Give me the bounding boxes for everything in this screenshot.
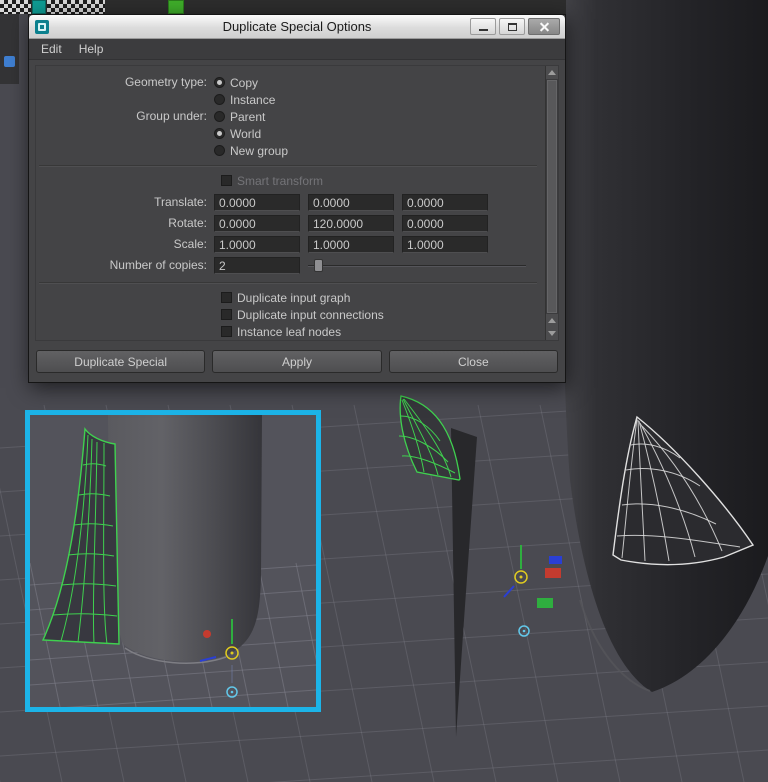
left-toolbar [0,14,19,84]
translate-row: Translate: [36,192,540,213]
smart-transform-label: Smart transform [237,173,324,188]
arrow-up-icon [548,318,556,323]
options-form: Geometry type: Copy Instance Group under… [35,65,559,341]
checkbox-icon [221,175,232,186]
maya-application: Duplicate Special Options Edit Help Geom… [0,0,768,782]
radio-new-group-label: New group [230,143,289,158]
rotate-x-field[interactable] [214,215,300,232]
smart-transform-checkbox[interactable]: Smart transform [36,172,540,189]
duplicate-input-graph-checkbox[interactable]: Duplicate input graph [36,289,540,306]
minimize-icon [478,29,488,31]
translate-x-field[interactable] [214,194,300,211]
dialog-footer: Duplicate Special Apply Close [29,345,565,382]
scale-row: Scale: [36,234,540,255]
radio-icon [214,145,225,156]
scale-z-field[interactable] [402,236,488,253]
scroll-up-button-2[interactable] [546,314,558,327]
slider-handle[interactable] [314,259,323,272]
menu-edit[interactable]: Edit [41,42,62,56]
group-under-row: Group under: Parent World New group [36,108,540,159]
radio-instance-label: Instance [230,92,276,107]
slider-groove [308,265,526,267]
scale-y-field[interactable] [308,236,394,253]
radio-world[interactable]: World [214,125,288,142]
radio-copy[interactable]: Copy [214,74,275,91]
radio-new-group[interactable]: New group [214,142,288,159]
radio-copy-label: Copy [230,75,259,90]
checker-texture-icon[interactable] [47,0,105,14]
green-cube-icon[interactable] [168,0,184,14]
radio-icon [214,111,225,122]
scrollbar-thumb[interactable] [547,80,557,313]
inset-center-dot [230,651,234,655]
manipulator-red-handle[interactable] [545,568,561,578]
duplicate-input-connections-checkbox[interactable]: Duplicate input connections [36,306,540,323]
radio-instance[interactable]: Instance [214,91,275,108]
minimize-button[interactable] [470,18,496,35]
checkbox-icon [221,309,232,320]
pivot-dot [522,629,526,633]
arrow-up-icon [548,70,556,75]
translate-z-field[interactable] [402,194,488,211]
copies-slider[interactable] [308,257,526,274]
duplicate-input-graph-label: Duplicate input graph [237,290,351,305]
separator [39,282,537,284]
checkbox-icon [221,326,232,337]
radio-parent[interactable]: Parent [214,108,288,125]
close-icon [539,21,550,32]
duplicate-input-connections-label: Duplicate input connections [237,307,384,322]
copies-row: Number of copies: [36,255,540,276]
apply-button[interactable]: Apply [212,350,382,373]
instance-leaf-nodes-label: Instance leaf nodes [237,324,342,339]
arrow-down-icon [548,331,556,336]
checkbox-icon [221,292,232,303]
group-under-label: Group under: [136,109,207,123]
rotate-z-field[interactable] [402,215,488,232]
manipulator-center-dot [519,575,523,579]
inset-pivot-dot [230,690,234,694]
close-button[interactable] [528,18,560,35]
blue-tool-icon[interactable] [4,56,15,67]
rotate-label: Rotate: [168,216,207,230]
separator [39,165,537,167]
scale-label: Scale: [173,237,207,251]
radio-icon [214,128,225,139]
top-shelf [0,0,566,14]
maximize-icon [507,22,517,31]
maya-app-icon [35,19,49,34]
instance-leaf-nodes-checkbox[interactable]: Instance leaf nodes [36,323,540,340]
inset-red-handle [203,630,211,638]
rotate-y-field[interactable] [308,215,394,232]
maximize-button[interactable] [499,18,525,35]
manipulator-green-handle[interactable] [537,598,553,608]
geometry-type-label: Geometry type: [124,75,207,89]
scroll-up-button[interactable] [546,66,558,79]
scrollbar[interactable] [545,66,558,340]
radio-world-label: World [230,126,262,141]
manipulator-blue-handle[interactable] [549,556,562,564]
inset-rocket-body [108,415,262,662]
teal-material-icon[interactable] [32,0,46,14]
rotate-row: Rotate: [36,213,540,234]
duplicate-special-button[interactable]: Duplicate Special [36,350,206,373]
radio-parent-label: Parent [230,109,266,124]
close-action-button[interactable]: Close [388,350,558,373]
translate-y-field[interactable] [308,194,394,211]
camera-inset-view[interactable] [25,410,327,712]
checker-texture-icon[interactable] [0,0,31,14]
scale-x-field[interactable] [214,236,300,253]
dialog-titlebar[interactable]: Duplicate Special Options [29,15,565,39]
radio-icon [214,77,225,88]
radio-icon [214,94,225,105]
copies-label: Number of copies: [109,258,207,272]
geometry-type-row: Geometry type: Copy Instance [36,74,540,108]
dialog-menubar: Edit Help [29,39,565,60]
menu-help[interactable]: Help [79,42,104,56]
copies-field[interactable] [214,257,300,274]
scroll-down-button[interactable] [546,327,558,340]
duplicate-special-options-dialog: Duplicate Special Options Edit Help Geom… [28,14,566,383]
inset-scene [29,415,327,711]
translate-label: Translate: [154,195,207,209]
